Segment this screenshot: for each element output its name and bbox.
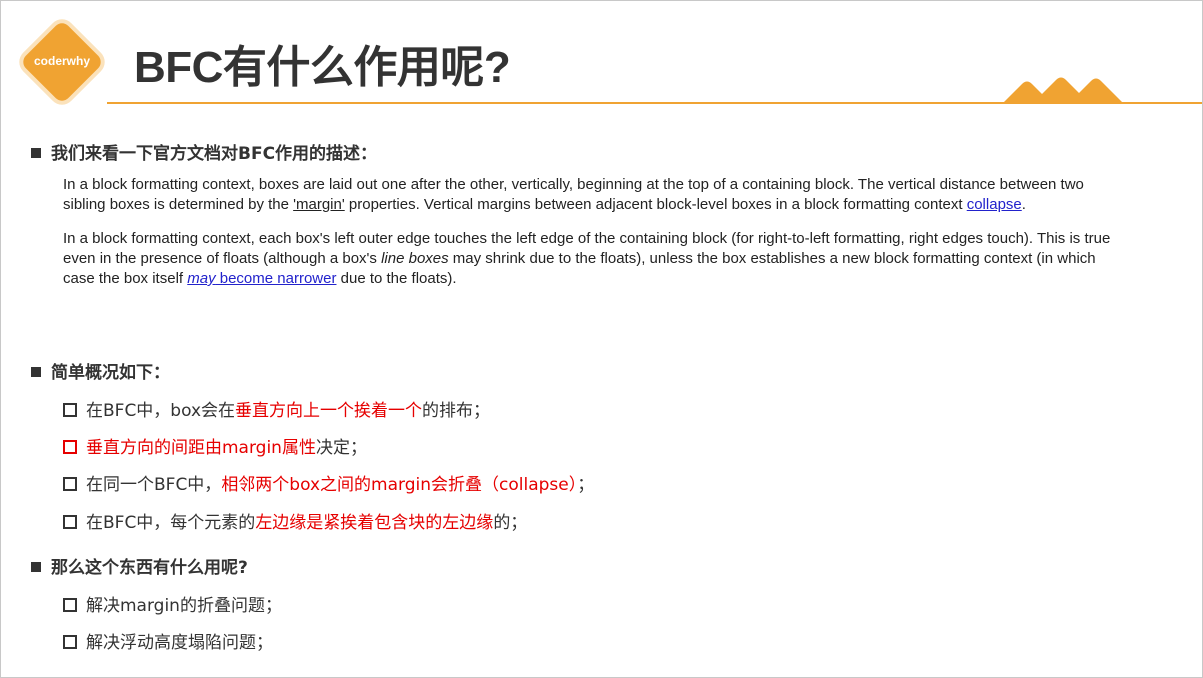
- margin-property-link[interactable]: 'margin': [293, 196, 345, 213]
- may-term: may: [187, 270, 216, 287]
- p1-text-c: .: [1021, 196, 1026, 213]
- list-item: 在BFC中，box会在垂直方向上一个挨着一个的排布；: [63, 396, 490, 421]
- p1-text-b: properties. Vertical margins between adj…: [344, 196, 967, 213]
- list-item: 垂直方向的间距由margin属性决定；: [63, 433, 367, 458]
- may-become-narrower-link[interactable]: may become narrower: [187, 270, 336, 287]
- hollow-square-bullet-icon: [63, 403, 77, 417]
- spec-quote: In a block formatting context, boxes are…: [63, 175, 1123, 289]
- spec-paragraph-2: In a block formatting context, each box'…: [63, 229, 1123, 289]
- hollow-square-bullet-icon: [63, 635, 77, 649]
- hollow-square-bullet-icon: [63, 515, 77, 529]
- list-item: 在BFC中，每个元素的左边缘是紧挨着包含块的左边缘的；: [63, 508, 527, 533]
- section-heading-description: 我们来看一下官方文档对BFC作用的描述：: [31, 139, 377, 164]
- collapse-link[interactable]: collapse: [967, 196, 1022, 213]
- mountains-decoration-icon: [1002, 77, 1124, 104]
- p2-text-c: due to the floats).: [336, 270, 457, 287]
- list-item: 解决浮动高度塌陷问题；: [63, 628, 273, 653]
- list-item: 在同一个BFC中，相邻两个box之间的margin会折叠（collapse）；: [63, 470, 594, 495]
- page-title: BFC有什么作用呢?: [134, 43, 511, 92]
- line-boxes-term: line boxes: [381, 250, 449, 267]
- section-heading-usage: 那么这个东西有什么用呢?: [31, 553, 248, 578]
- hollow-square-bullet-icon: [63, 598, 77, 612]
- slide: coderwhy BFC有什么作用呢? 我们来看一下官方文档对BFC作用的描述：…: [0, 0, 1203, 678]
- section-heading-summary: 简单概况如下：: [31, 358, 170, 383]
- hollow-square-bullet-icon: [63, 477, 77, 491]
- logo-text: coderwhy: [33, 54, 90, 68]
- spec-paragraph-1: In a block formatting context, boxes are…: [63, 175, 1123, 215]
- become-narrower-text: become narrower: [215, 270, 337, 287]
- hollow-square-bullet-icon: [63, 440, 77, 454]
- list-item: 解决margin的折叠问题；: [63, 591, 282, 616]
